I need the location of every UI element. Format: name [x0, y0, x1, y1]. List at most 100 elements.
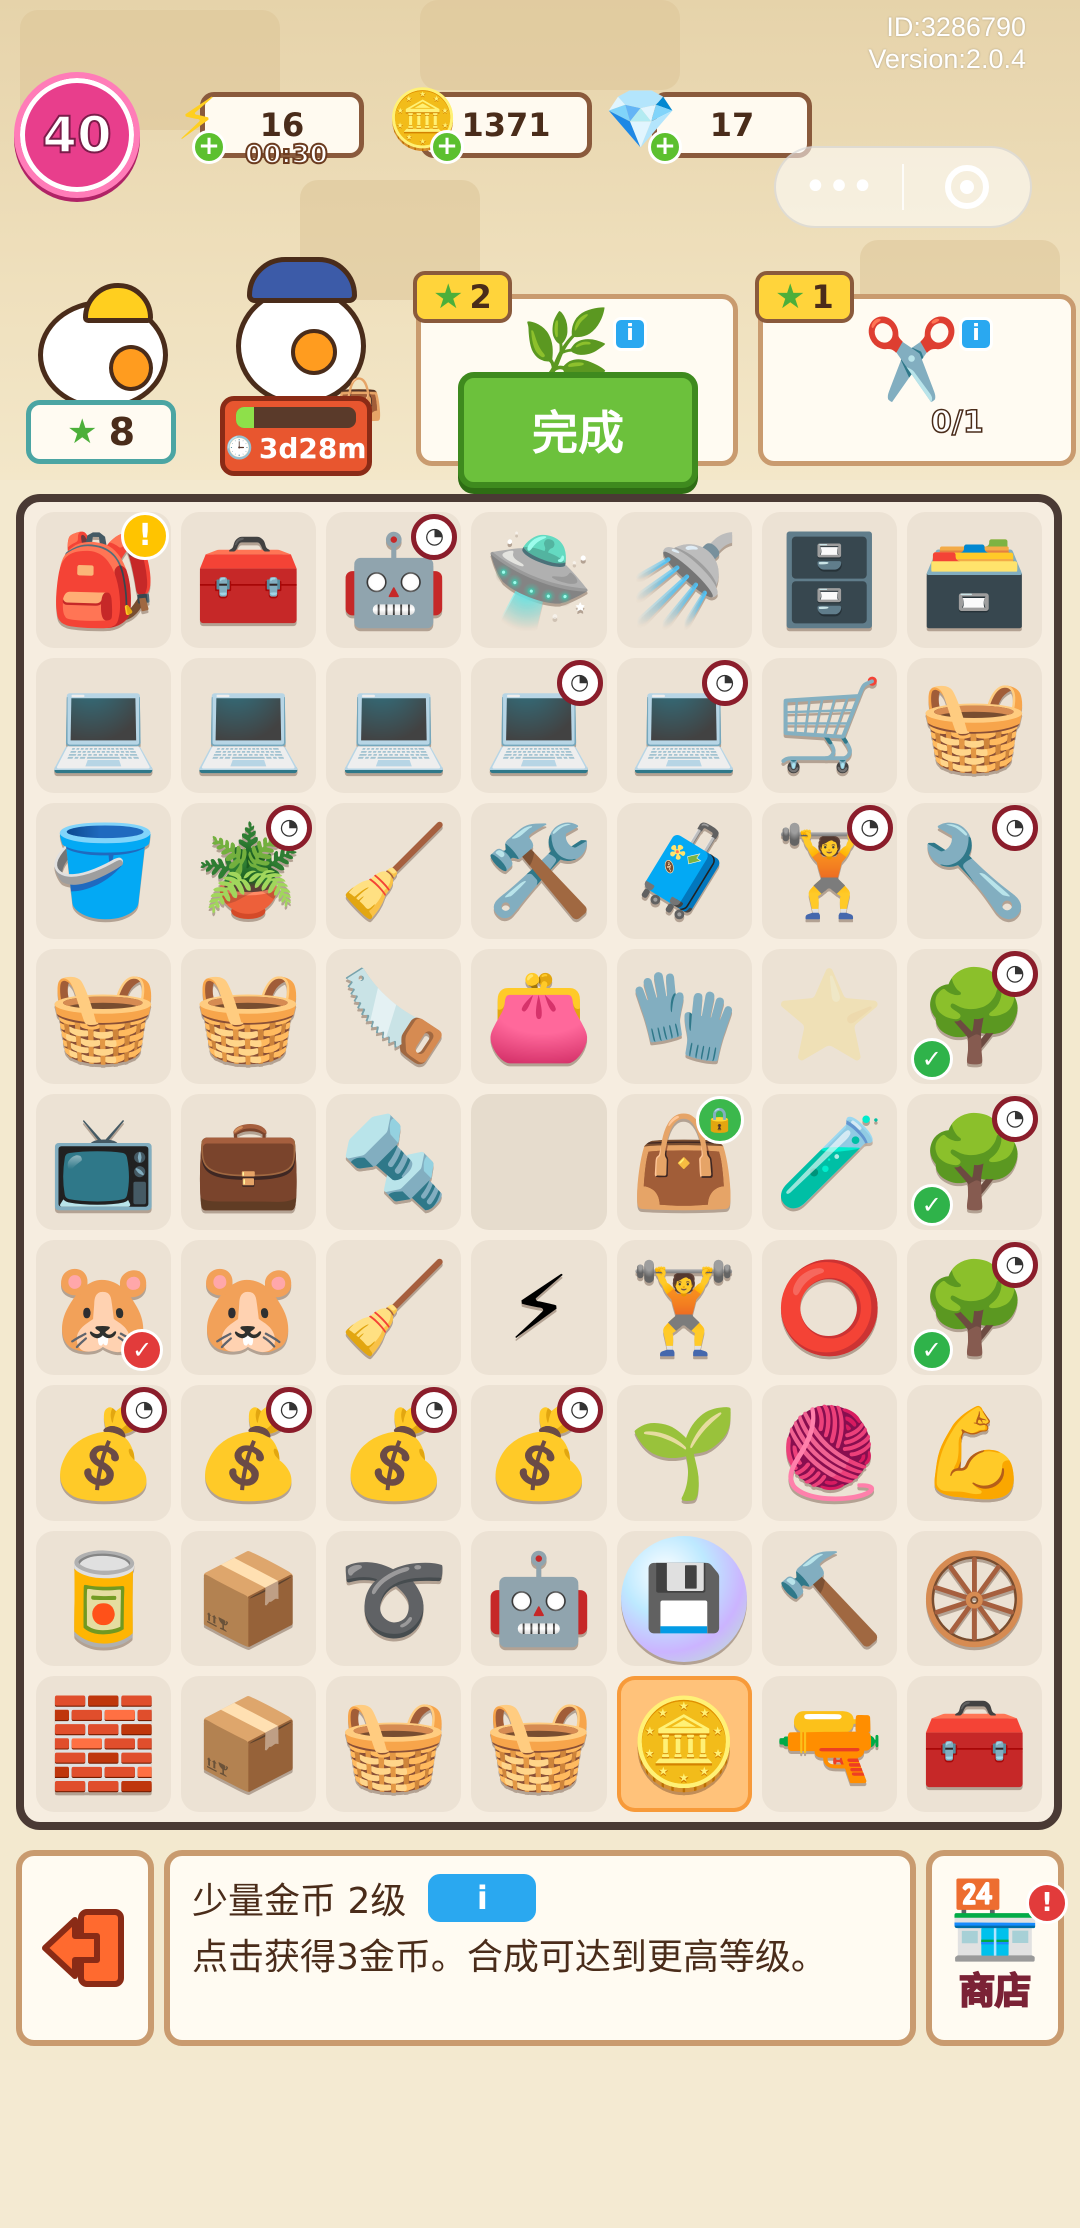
board-cell-massage-gun[interactable]: 🔫: [761, 1676, 897, 1812]
board-cell-bucket[interactable]: 🪣: [36, 803, 172, 939]
board-cell-toolbox[interactable]: 🧰: [181, 512, 317, 648]
target-circle-icon: [945, 165, 989, 209]
board-cell-potted-tree[interactable]: 🌳 ◔ ✓: [906, 1239, 1042, 1376]
board-cell-garbage-bag[interactable]: 💰 ◔: [471, 1385, 607, 1521]
yarn-ball-icon: 🧶: [774, 1401, 885, 1505]
level-badge[interactable]: 40: [14, 72, 140, 198]
board-cell-ab-wheel[interactable]: 🛞: [906, 1530, 1042, 1667]
conductor-progress-fill: [236, 407, 254, 428]
add-gems-button[interactable]: +: [648, 130, 682, 164]
board-cell-cpu-bubble[interactable]: 💾: [616, 1530, 752, 1667]
board-cell-blue-dumbbell[interactable]: 🏋️: [616, 1239, 752, 1376]
red-basket-icon: 🧺: [339, 1692, 449, 1796]
board-cell-wheelbarrow-tools[interactable]: 🛠️: [471, 803, 607, 939]
board-cell-capacitor[interactable]: 🧪: [761, 1094, 897, 1230]
board-cell-laptop[interactable]: 💻: [326, 657, 462, 794]
item-info-button[interactable]: i: [428, 1874, 537, 1922]
board-cell-cardboard-box[interactable]: 📦: [181, 1676, 317, 1812]
board-cell-folding-case[interactable]: 💼: [181, 1094, 317, 1230]
board-cell-garbage-bag[interactable]: 💰 ◔: [36, 1385, 172, 1521]
board-cell-garbage-bag[interactable]: 💰 ◔: [181, 1385, 317, 1521]
shopping-basket-icon: 🧺: [919, 673, 1030, 777]
board-cell-robot-vacuum-2[interactable]: 🛸: [471, 512, 607, 648]
add-coins-button[interactable]: +: [430, 130, 464, 164]
board-cell-laptop[interactable]: 💻: [36, 657, 172, 794]
board-cell-purple-basket[interactable]: 🧰: [906, 1676, 1042, 1812]
board-cell-sprout-pot[interactable]: 🪴 ◔: [181, 803, 317, 939]
board-cell-flower-basket[interactable]: 🧺: [181, 948, 317, 1085]
complete-order-button[interactable]: 完成: [458, 372, 698, 488]
board-cell-shopping-cart[interactable]: 🛒: [761, 657, 897, 794]
board-grid: 🎒! 🧰 🤖 ◔ 🛸 🚿 🗄️ 🗃️ 💻 💻 💻 💻 ◔ 💻 ◔ 🛒 🧺 🪣 🪴 ◔ 🧹 🛠️ 🧳 🏋️ ◔ 🔧 ◔ 🧺 🧺 🪚 👛 🧤 ⭐ 🌳 ◔…: [36, 512, 1042, 1812]
board-cell-drawer-cabinet[interactable]: 🗃️: [906, 512, 1042, 648]
board-cell-garbage-bag[interactable]: 💰 ◔: [326, 1385, 462, 1521]
order-info-button[interactable]: i: [959, 317, 993, 351]
shopping-cart-icon: 🛒: [774, 673, 885, 777]
exit-button[interactable]: [16, 1850, 154, 2046]
board-cell-hamster-group[interactable]: 🐹 ✓: [36, 1239, 172, 1376]
board-cell-laptop[interactable]: 💻 ◔: [616, 657, 752, 794]
board-cell-yarn-ball[interactable]: 🧶: [761, 1385, 897, 1521]
check-icon: ✓: [910, 1183, 953, 1226]
board-cell-rope[interactable]: ➰: [326, 1530, 462, 1667]
board-cell-dumbbell-cart-2[interactable]: 🔧 ◔: [906, 803, 1042, 939]
board-cell-potted-tree[interactable]: 🌳 ◔ ✓: [906, 1094, 1042, 1230]
board-cell-tool-box-open[interactable]: 📦: [181, 1530, 317, 1667]
board-cell-shopping-basket[interactable]: 🧺: [906, 657, 1042, 794]
yellow-basket-icon: 🧺: [484, 1692, 594, 1796]
board-cell-robot-vacuum[interactable]: 🤖 ◔: [326, 512, 462, 648]
order-info-button[interactable]: i: [613, 317, 647, 351]
board-cell-hula-hoop[interactable]: ⭕: [761, 1239, 897, 1376]
board-cell-yellow-basket[interactable]: 🧺: [471, 1676, 607, 1812]
laptop-icon: 💻: [339, 673, 449, 777]
board-cell-sacks[interactable]: 🧱: [36, 1676, 172, 1812]
shop-label: 商店: [958, 1970, 1032, 2013]
timer-clock-icon: ◔: [266, 1387, 313, 1434]
board-cell-paint-can[interactable]: 🥫: [36, 1530, 172, 1667]
board-cell-hammer[interactable]: 🔨: [761, 1530, 897, 1667]
board-cell-cabinet[interactable]: 🗄️: [761, 512, 897, 648]
hammer-icon: 🔨: [774, 1546, 885, 1650]
worker-character[interactable]: [38, 283, 168, 410]
drawer-cabinet-icon: 🗃️: [919, 527, 1030, 631]
energy-timer: 00:30: [244, 139, 329, 171]
conductor-timer-badge[interactable]: 🕒 3d28m: [220, 396, 372, 476]
background-shelf: [420, 0, 680, 90]
lock-icon: 🔒: [695, 1096, 744, 1145]
board-cell-empty-cell[interactable]: [471, 1094, 607, 1230]
board-cell-flower-basket[interactable]: 🧺: [36, 948, 172, 1085]
board-cell-coins[interactable]: 🪙: [616, 1676, 752, 1812]
add-energy-button[interactable]: +: [192, 130, 226, 164]
close-miniprogram-button[interactable]: [904, 148, 1030, 226]
shop-button[interactable]: 🏪 商店 !: [926, 1850, 1068, 2046]
order-card-2[interactable]: ★ 1 ✂️ i 0/1: [755, 271, 1076, 466]
board-cell-hamster-pair[interactable]: 🐹: [181, 1239, 317, 1376]
board-cell-hand-grip[interactable]: 💪: [906, 1385, 1042, 1521]
board-cell-black-bag[interactable]: 👜 🔒: [616, 1094, 752, 1230]
board-cell-backpack[interactable]: 🎒!: [36, 512, 172, 648]
board-cell-potted-tree[interactable]: 🌳 ◔ ✓: [906, 948, 1042, 1085]
board-cell-red-basket[interactable]: 🧺: [326, 1676, 462, 1812]
board-cell-tool-case[interactable]: 🧳: [616, 803, 752, 939]
board-cell-locked-slot[interactable]: ⭐: [761, 948, 897, 1085]
board-cell-energy-orb[interactable]: ⚡: [471, 1239, 607, 1376]
clock-icon: 🕒: [225, 436, 253, 461]
board-cell-gloves[interactable]: 🧤: [616, 948, 752, 1085]
board-cell-tv[interactable]: 📺: [36, 1094, 172, 1230]
coin-value: 1371: [461, 106, 551, 144]
worker-star-badge[interactable]: ★ 8: [26, 400, 176, 464]
board-cell-wrench[interactable]: 🔩: [326, 1094, 462, 1230]
board-cell-laptop[interactable]: 💻: [181, 657, 317, 794]
board-cell-laptop[interactable]: 💻 ◔: [471, 657, 607, 794]
board-cell-electric-drill[interactable]: 🪚: [326, 948, 462, 1085]
board-cell-vacuum-base[interactable]: 🚿: [616, 512, 752, 648]
board-cell-robot-vacuum[interactable]: 🤖: [471, 1530, 607, 1667]
board-cell-dustpan[interactable]: 🧹: [326, 1239, 462, 1376]
board-cell-small-plant[interactable]: 🌱: [616, 1385, 752, 1521]
more-options-button[interactable]: •••: [776, 148, 902, 226]
board-cell-dumbbell-cart[interactable]: 🏋️ ◔: [761, 803, 897, 939]
timer-clock-icon: ◔: [266, 805, 313, 852]
wheelbarrow-tools-icon: 🛠️: [484, 818, 594, 922]
board-cell-tool-bucket[interactable]: 🧹: [326, 803, 462, 939]
board-cell-pink-bag[interactable]: 👛: [471, 948, 607, 1085]
